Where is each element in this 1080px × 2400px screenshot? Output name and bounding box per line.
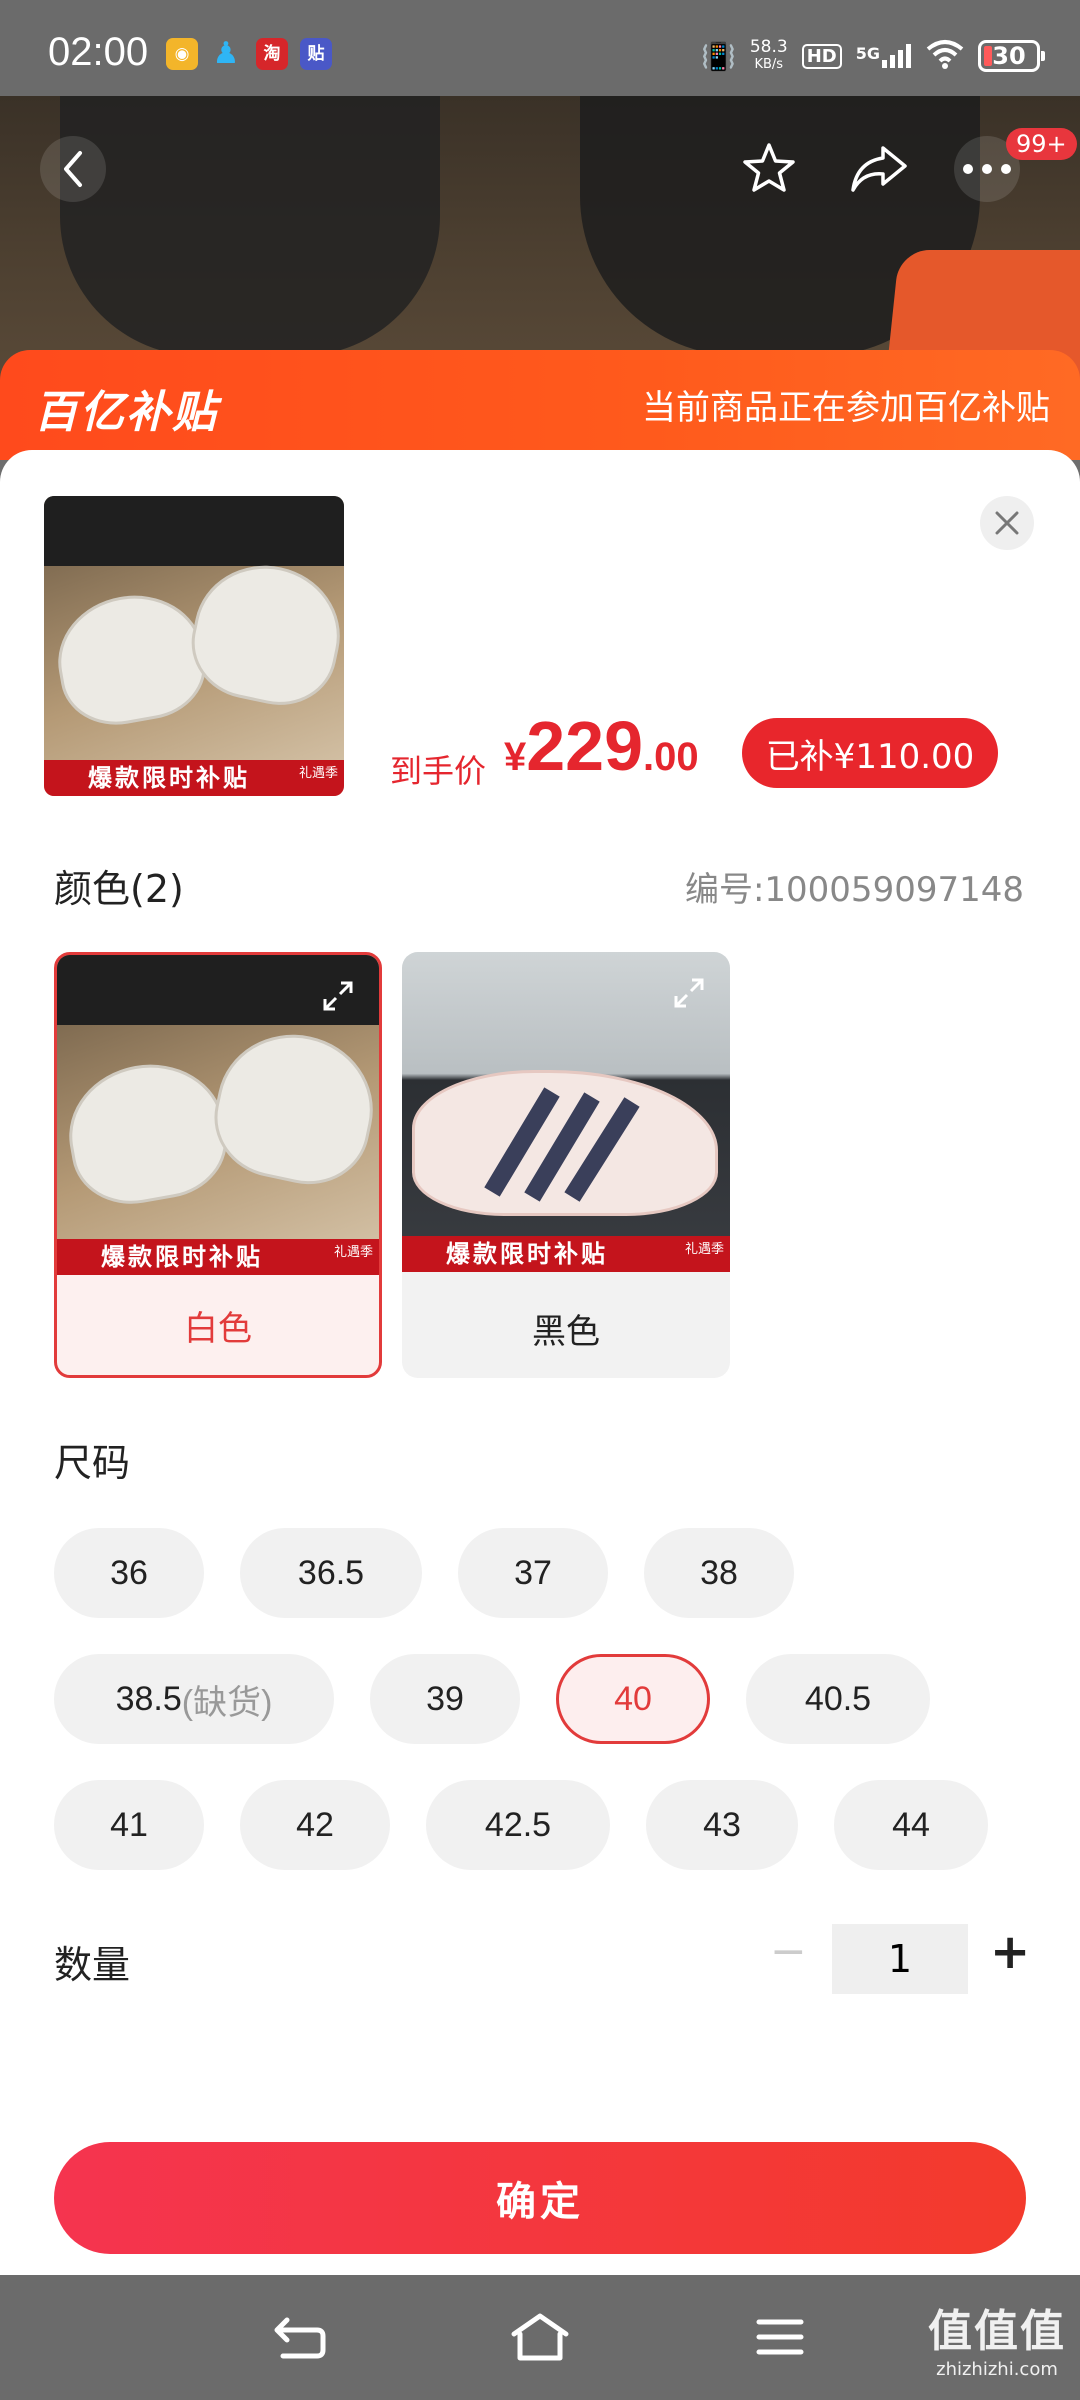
nav-back-button[interactable] [268,2305,332,2369]
shoe-right [203,1020,379,1196]
size-option-38[interactable]: 38 [644,1528,794,1618]
nav-menu-button[interactable] [748,2305,812,2369]
color-option-white[interactable]: 爆款限时补贴 礼遇季 白色 [54,952,382,1378]
subsidy-banner: 百亿补贴 当前商品正在参加百亿补贴 [0,350,1080,460]
status-indicators: 📳 58.3 KB/s HD 5G 30 [700,36,1045,76]
size-option-40[interactable]: 40 [556,1654,710,1744]
out-of-stock-note: (缺货) [181,1683,273,1722]
photo-detail [44,496,344,566]
size-option-39[interactable]: 39 [370,1654,520,1744]
favorite-button[interactable] [736,136,802,202]
shoe-stripes [484,1087,640,1202]
promo-strip: 爆款限时补贴 礼遇季 [57,1239,379,1275]
share-button[interactable] [846,136,912,202]
size-option-41[interactable]: 41 [54,1780,204,1870]
price-integer: 229 [526,707,644,785]
shoe-left [58,1052,236,1214]
photo-detail [60,96,440,356]
quantity-increase-button[interactable]: + [990,1924,1030,1980]
more-badge: 99+ [1006,128,1077,160]
price-decimal: .00 [643,735,699,779]
price-currency: ¥ [504,735,527,779]
shoe-right [181,552,344,716]
system-nav-bar: 值值值 zhizhizhi.com [0,2275,1080,2400]
color-section-title: 颜色(2) [54,867,184,911]
net-speed-value: 58.3 [749,37,788,57]
nav-back-icon [274,2317,326,2359]
promo-tag: 礼遇季 [684,1242,724,1257]
status-bar: 02:00 ◉ ♟ 淘 贴 📳 58.3 KB/s HD 5G 30 [0,0,1080,96]
hd-icon: HD [801,43,842,69]
tieba-icon: 贴 [300,38,332,70]
close-icon [995,511,1019,535]
vibrate-icon: 📳 [700,39,736,73]
size-option-43[interactable]: 43 [646,1780,798,1870]
size-option-36[interactable]: 36 [54,1528,204,1618]
signal-label: 5G [855,44,880,63]
star-icon [743,143,795,192]
size-section-title: 尺码 [54,1441,131,1485]
taobao-icon: 淘 [256,38,288,70]
size-option-44[interactable]: 44 [834,1780,988,1870]
net-speed: 58.3 KB/s [750,38,788,74]
color-option-black[interactable]: 爆款限时补贴 礼遇季 黑色 [402,952,730,1378]
product-thumbnail: 爆款限时补贴 礼遇季 [44,496,344,796]
subsidy-logo: 百亿补贴 [34,387,218,438]
size-option-38-5[interactable]: 38.5 (缺货) [54,1654,334,1744]
confirm-button[interactable]: 确定 [54,2142,1026,2254]
share-icon [851,146,907,192]
quantity-decrease-button[interactable]: − [770,1926,807,1977]
subsidy-banner-text: 当前商品正在参加百亿补贴 [642,388,1050,428]
more-dots-icon [963,164,1011,174]
size-option-42[interactable]: 42 [240,1780,390,1870]
promo-strip: 爆款限时补贴 礼遇季 [402,1236,730,1272]
promo-strip-text: 爆款限时补贴 [446,1240,608,1268]
color-option-label: 黑色 [532,1311,600,1352]
status-time: 02:00 [48,30,149,74]
promo-tag: 礼遇季 [333,1245,373,1260]
nav-home-button[interactable] [508,2305,572,2369]
shoe-left [48,584,214,734]
subsidy-amount-badge: 已补¥110.00 [742,718,998,788]
watermark-logo: 值值值 [928,2306,1066,2357]
watermark-url: zhizhizhi.com [936,2359,1058,2380]
sku-selector-sheet: 爆款限时补贴 礼遇季 到手价 ¥229.00 已补¥110.00 颜色(2) 编… [0,450,1080,2275]
promo-strip-text: 爆款限时补贴 [88,764,250,792]
size-option-42-5[interactable]: 42.5 [426,1780,610,1870]
nav-menu-icon [756,2319,804,2355]
expand-icon[interactable] [672,976,706,1010]
color-option-label: 白色 [184,1308,252,1349]
size-option-37[interactable]: 37 [458,1528,608,1618]
product-serial-number: 编号:100059097148 [684,870,1024,910]
close-button[interactable] [980,496,1034,550]
price: ¥229.00 [504,706,699,786]
quantity-label: 数量 [54,1943,131,1987]
expand-icon[interactable] [321,979,355,1013]
battery-icon: 30 [978,40,1045,72]
quantity-input[interactable]: 1 [832,1924,968,1994]
battery-level: 30 [992,42,1026,70]
back-button[interactable] [40,136,106,202]
price-label: 到手价 [390,752,487,790]
net-speed-unit: KB/s [754,57,784,72]
size-option-36-5[interactable]: 36.5 [240,1528,422,1618]
app-icon-1: ◉ [166,38,198,70]
qq-icon: ♟ [212,36,240,71]
promo-tag: 礼遇季 [298,766,338,781]
size-value: 38.5 [115,1679,182,1718]
signal-icon: 5G [856,44,912,68]
promo-strip-text: 爆款限时补贴 [101,1243,263,1271]
nav-home-icon [511,2313,569,2361]
wifi-icon [926,39,964,74]
promo-strip: 爆款限时补贴 礼遇季 [44,760,344,796]
site-watermark: 值值值 zhizhizhi.com [928,2295,1066,2380]
back-arrow-icon [64,151,82,187]
size-option-40-5[interactable]: 40.5 [746,1654,930,1744]
